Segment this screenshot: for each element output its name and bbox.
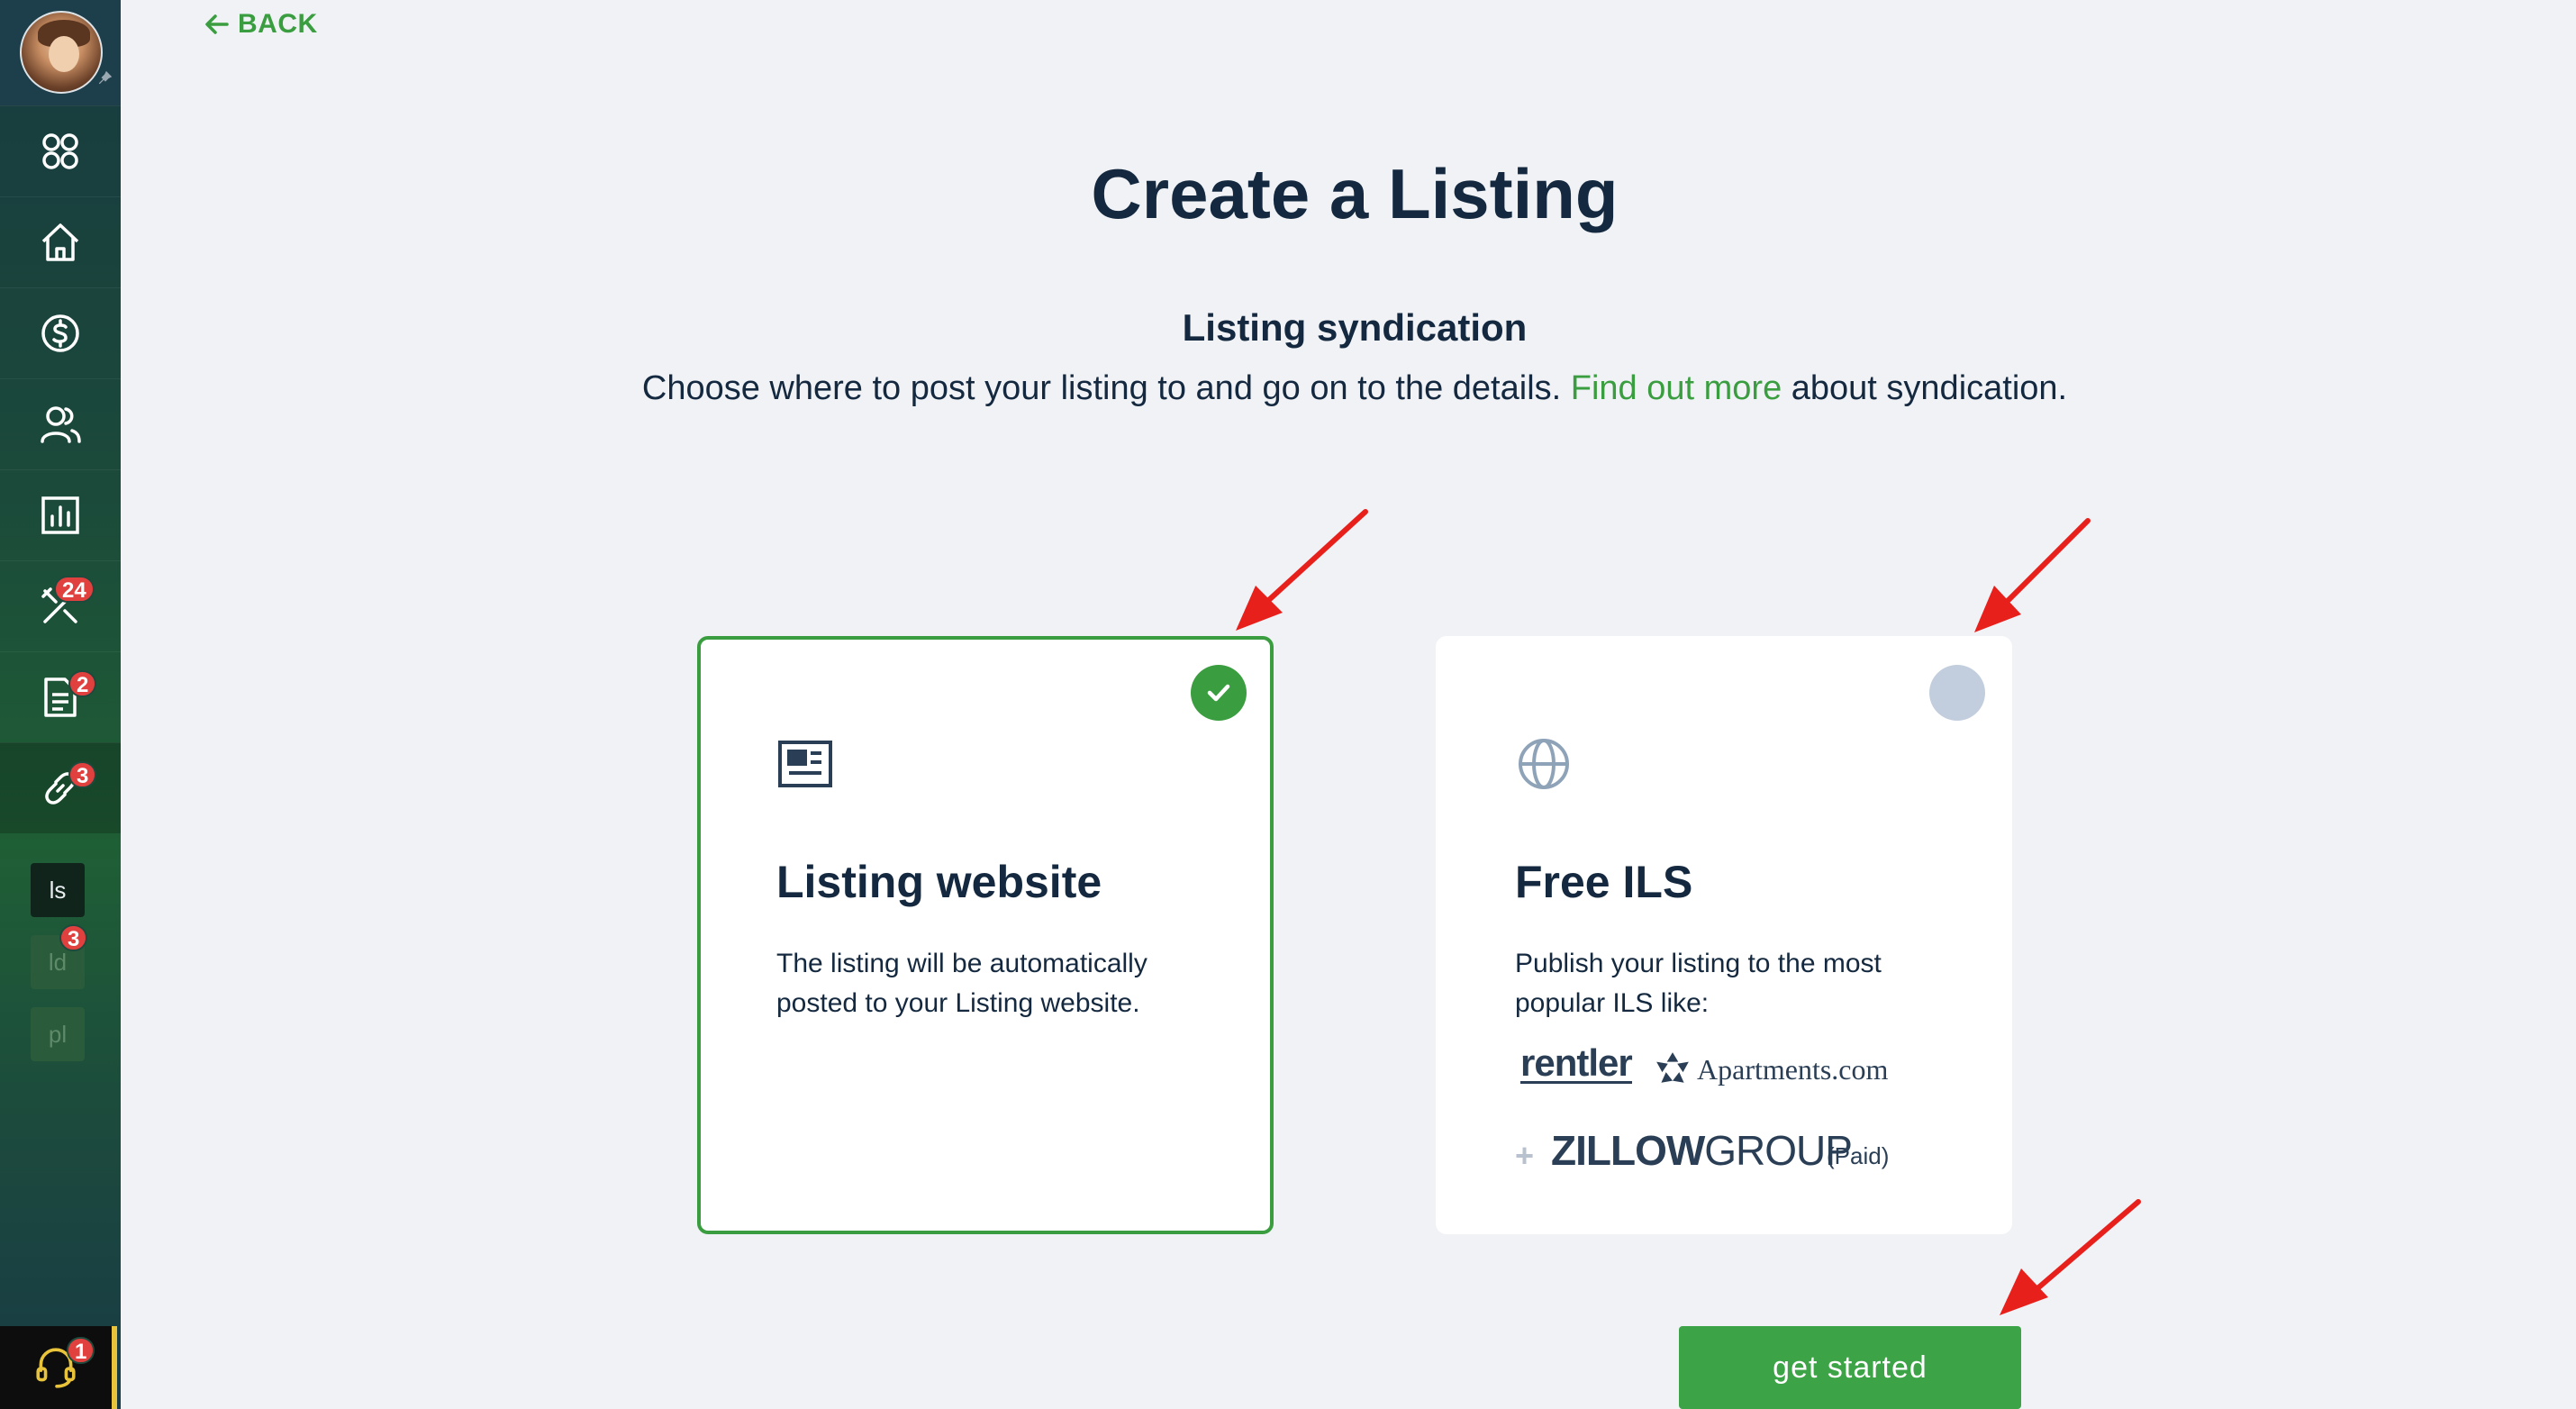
- annotation-arrow: [2000, 1199, 2141, 1315]
- sidebar-sub-item-ld-label: ld: [48, 948, 68, 976]
- apartments-logo-text: Apartments.com: [1697, 1052, 1889, 1086]
- get-started-button[interactable]: get started: [1679, 1326, 2021, 1409]
- listing-website-card[interactable]: Listing website The listing will be auto…: [697, 636, 1274, 1234]
- paid-label: (Paid): [1827, 1142, 1890, 1169]
- section-title: Listing syndication: [1182, 306, 1528, 349]
- nav-item-reports[interactable]: [0, 469, 121, 560]
- sidebar-sub-item-pl[interactable]: pl: [31, 1007, 85, 1061]
- avatar[interactable]: [20, 11, 103, 94]
- back-link[interactable]: BACK: [204, 9, 318, 40]
- newspaper-icon: [778, 741, 832, 787]
- globe-icon: [1519, 739, 1569, 789]
- nav-item-documents[interactable]: 2: [0, 651, 121, 742]
- find-out-more-link[interactable]: Find out more: [1571, 369, 1782, 407]
- apartments-logo: Apartments.com: [1654, 1050, 1888, 1088]
- check-icon: [1207, 684, 1230, 702]
- users-icon: [41, 406, 81, 443]
- unselected-radio[interactable]: [1929, 665, 1985, 721]
- listings-badge: 3: [68, 761, 97, 788]
- sidebar-sub-item-ls[interactable]: ls: [31, 863, 85, 917]
- annotation-arrow: [1974, 518, 2091, 632]
- section-description: Choose where to post your listing to and…: [0, 369, 2576, 408]
- documents-badge: 2: [68, 670, 97, 697]
- free-ils-card[interactable]: Free ILS Publish your listing to the mos…: [1436, 636, 2012, 1234]
- zillow-group-logo: ZILLOWGROUP: [1551, 1126, 1853, 1175]
- card-description: The listing will be automatically posted…: [776, 949, 1147, 1018]
- nav-item-maintenance[interactable]: 24: [0, 560, 121, 651]
- back-label: BACK: [238, 9, 318, 39]
- plus-icon: +: [1515, 1137, 1535, 1174]
- page-title: Create a Listing: [1091, 154, 1619, 233]
- description-text: Choose where to post your listing to and…: [641, 369, 1571, 407]
- bar-chart-icon: [41, 496, 79, 534]
- pin-icon[interactable]: [97, 70, 113, 86]
- rentler-logo: rentler: [1520, 1041, 1633, 1084]
- user-avatar-area[interactable]: [0, 0, 121, 105]
- card-description: Publish your listing to the most popular…: [1515, 949, 1882, 1018]
- card-title: Listing website: [776, 857, 1102, 907]
- arrow-left-icon: [205, 14, 229, 34]
- selected-check[interactable]: [1191, 665, 1247, 721]
- maintenance-badge: 24: [54, 576, 95, 603]
- description-text-end: about syndication.: [1782, 369, 2068, 407]
- card-title: Free ILS: [1515, 857, 1693, 907]
- annotation-arrow: [1236, 509, 1368, 631]
- support-button[interactable]: 1: [0, 1326, 117, 1409]
- zillow-logo-bold: ZILLOW: [1551, 1127, 1705, 1174]
- support-badge: 1: [67, 1337, 95, 1364]
- ld-badge: 3: [59, 924, 88, 951]
- sidebar-sub-item-ld[interactable]: ld 3: [31, 924, 88, 989]
- nav-item-listings[interactable]: 3: [0, 742, 121, 833]
- apartments-com-icon: [1656, 1052, 1689, 1083]
